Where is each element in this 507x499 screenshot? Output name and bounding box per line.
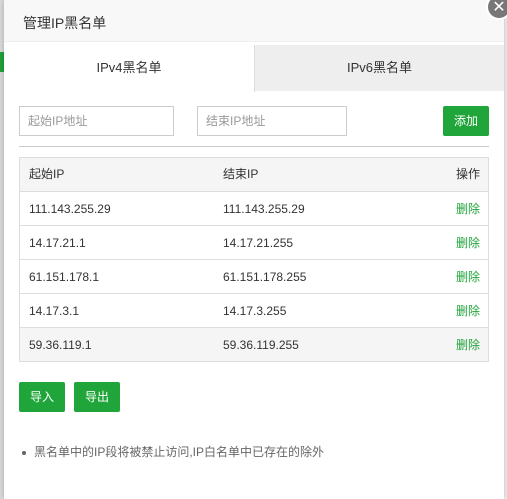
delete-link[interactable]: 删除 <box>456 260 480 294</box>
tab-ipv4-blacklist[interactable]: IPv4黑名单 <box>4 45 255 92</box>
note-text: 黑名单中的IP段将被禁止访问,IP白名单中已存在的除外 <box>34 445 325 459</box>
delete-link[interactable]: 删除 <box>456 294 480 328</box>
bullet-icon <box>22 450 26 455</box>
delete-link[interactable]: 删除 <box>456 192 480 226</box>
row-start-ip: 111.143.255.29 <box>29 202 111 216</box>
row-end-ip: 111.143.255.29 <box>223 202 305 216</box>
row-start-ip: 61.151.178.1 <box>29 270 100 284</box>
delete-link[interactable]: 删除 <box>456 226 480 260</box>
table-row: 59.36.119.1 59.36.119.255 删除 <box>20 327 488 361</box>
dialog-title: 管理IP黑名单 <box>4 0 504 42</box>
row-start-ip: 14.17.21.1 <box>29 236 86 250</box>
header-actions: 操作 <box>455 167 480 181</box>
ip-blacklist-dialog: 管理IP黑名单 IPv4黑名单 IPv6黑名单 添加 起始IP 结束IP 操作 … <box>4 0 504 499</box>
export-button[interactable]: 导出 <box>74 382 120 412</box>
row-end-ip: 61.151.178.255 <box>223 270 307 284</box>
delete-link[interactable]: 删除 <box>456 328 480 362</box>
add-button[interactable]: 添加 <box>443 106 489 136</box>
table-row: 14.17.3.1 14.17.3.255 删除 <box>20 293 488 327</box>
tab-ipv6-blacklist[interactable]: IPv6黑名单 <box>255 45 504 91</box>
divider <box>19 146 489 147</box>
table-header: 起始IP 结束IP 操作 <box>20 158 488 191</box>
import-button[interactable]: 导入 <box>19 382 65 412</box>
end-ip-input[interactable] <box>197 106 347 136</box>
header-start-ip: 起始IP <box>29 167 65 181</box>
start-ip-input[interactable] <box>19 106 174 136</box>
table-row: 111.143.255.29 111.143.255.29 删除 <box>20 191 488 225</box>
table-row: 61.151.178.1 61.151.178.255 删除 <box>20 259 488 293</box>
row-end-ip: 14.17.3.255 <box>223 304 287 318</box>
row-end-ip: 14.17.21.255 <box>223 236 294 250</box>
tab-bar: IPv4黑名单 IPv6黑名单 <box>4 45 504 92</box>
blacklist-note: 黑名单中的IP段将被禁止访问,IP白名单中已存在的除外 <box>22 443 324 460</box>
table-row: 14.17.21.1 14.17.21.255 删除 <box>20 225 488 259</box>
header-end-ip: 结束IP <box>223 167 259 181</box>
row-start-ip: 14.17.3.1 <box>29 304 80 318</box>
row-end-ip: 59.36.119.255 <box>223 338 299 352</box>
blacklist-table: 起始IP 结束IP 操作 111.143.255.29 111.143.255.… <box>19 157 489 362</box>
row-start-ip: 59.36.119.1 <box>29 338 92 352</box>
